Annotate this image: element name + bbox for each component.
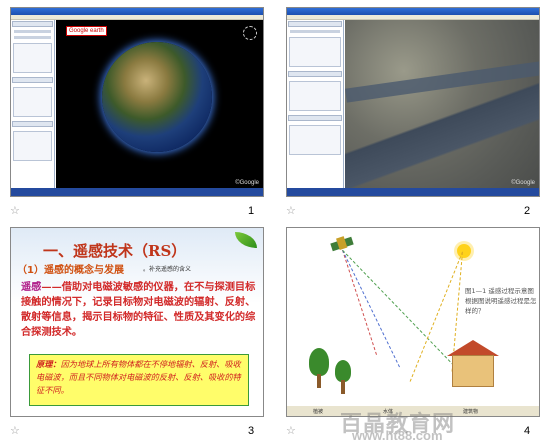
star-icon[interactable]: ☆ bbox=[286, 204, 296, 217]
principle-box: 原理：因为地球上所有物体都在不停地辐射、反射、吸收电磁波，而且不同物体对电磁波的… bbox=[29, 354, 249, 406]
ground-label-vegetation: 植被 bbox=[313, 409, 324, 415]
signal-ray bbox=[342, 250, 455, 366]
diagram-caption: 图1—1 遥感过程示意图 根据图说明遥感过程是怎样的？ bbox=[465, 287, 537, 315]
principle-label: 原理： bbox=[36, 359, 61, 369]
slide-number: 1 bbox=[248, 205, 255, 217]
slide-thumbnail-1[interactable]: Google earth ©Google ☆ 1 bbox=[4, 2, 274, 222]
subtitle-note: 。补充遥感的含义 bbox=[143, 266, 192, 273]
site-watermark-url: www.ht88.com bbox=[352, 428, 443, 443]
slide-thumbnail-2[interactable]: ©Google ☆ 2 bbox=[280, 2, 550, 222]
search-results-box bbox=[289, 37, 341, 67]
search-results-box bbox=[13, 43, 52, 73]
house-roof bbox=[447, 340, 499, 356]
tree-icon bbox=[335, 360, 351, 382]
places-tree bbox=[289, 81, 341, 111]
satellite-viewport: ©Google bbox=[344, 20, 539, 190]
signal-ray bbox=[342, 250, 377, 355]
google-watermark: ©Google bbox=[235, 180, 259, 186]
app-sidepanel bbox=[11, 20, 55, 190]
compass-icon bbox=[243, 26, 257, 40]
principle-text: 因为地球上所有物体都在不停地辐射、反射、吸收电磁波，而且不同物体对电磁波的反射、… bbox=[36, 359, 241, 395]
slide-3-canvas: 一、遥感技术（RS） （1）遥感的概念与发展 。补充遥感的含义 遥感——借助对电… bbox=[10, 227, 264, 417]
slide-number: 2 bbox=[524, 205, 531, 217]
taskbar bbox=[287, 188, 539, 196]
signal-ray bbox=[342, 250, 400, 368]
places-panel-header bbox=[288, 71, 342, 77]
slide-thumbnail-3[interactable]: 一、遥感技术（RS） （1）遥感的概念与发展 。补充遥感的含义 遥感——借助对电… bbox=[4, 222, 274, 442]
layers-panel-header bbox=[12, 121, 53, 127]
slide-number: 3 bbox=[248, 425, 255, 437]
star-icon[interactable]: ☆ bbox=[10, 424, 20, 437]
taskbar bbox=[11, 188, 263, 196]
river-feature bbox=[344, 61, 539, 103]
layers-tree bbox=[13, 131, 52, 161]
house-icon bbox=[452, 355, 494, 387]
google-earth-badge: Google earth bbox=[66, 26, 107, 36]
definition-keyword: 遥感 bbox=[21, 281, 42, 293]
definition-text: 遥感——借助对电磁波敏感的仪器，在不与探测目标接触的情况下，记录目标物对电磁波的… bbox=[21, 280, 257, 340]
star-icon[interactable]: ☆ bbox=[286, 424, 296, 437]
places-tree bbox=[13, 87, 52, 117]
ground-label-building: 建筑物 bbox=[463, 409, 479, 415]
slide-number: 4 bbox=[524, 425, 531, 437]
tree-trunk bbox=[317, 374, 321, 388]
app-sidepanel bbox=[287, 20, 344, 190]
slide-4-canvas: 图1—1 遥感过程示意图 根据图说明遥感过程是怎样的？ 植被 水体 建筑物 bbox=[286, 227, 540, 417]
slide-1-canvas: Google earth ©Google bbox=[10, 7, 264, 197]
slide-2-canvas: ©Google bbox=[286, 7, 540, 197]
app-titlebar bbox=[287, 8, 539, 15]
leaf-icon bbox=[235, 232, 257, 248]
slide-grid: Google earth ©Google ☆ 1 ©Google ☆ 2 一、遥… bbox=[0, 0, 550, 444]
panel-line bbox=[14, 36, 51, 39]
section-subtitle: （1）遥感的概念与发展 bbox=[17, 265, 124, 276]
earth-viewport: Google earth ©Google bbox=[56, 20, 263, 190]
app-titlebar bbox=[11, 8, 263, 15]
tree-trunk bbox=[341, 380, 345, 394]
panel-line bbox=[290, 30, 340, 33]
layers-tree bbox=[289, 125, 341, 155]
layers-panel-header bbox=[288, 115, 342, 121]
slide-title: 一、遥感技术（RS） bbox=[43, 242, 187, 260]
google-watermark: ©Google bbox=[511, 180, 535, 186]
places-panel-header bbox=[12, 77, 53, 83]
search-panel-header bbox=[12, 21, 53, 27]
definition-body: ——借助对电磁波敏感的仪器，在不与探测目标接触的情况下，记录目标物对电磁波的辐射… bbox=[21, 281, 256, 338]
globe-image bbox=[102, 42, 212, 152]
star-icon[interactable]: ☆ bbox=[10, 204, 20, 217]
panel-line bbox=[14, 30, 51, 33]
tree-icon bbox=[309, 348, 329, 376]
search-panel-header bbox=[288, 21, 342, 27]
